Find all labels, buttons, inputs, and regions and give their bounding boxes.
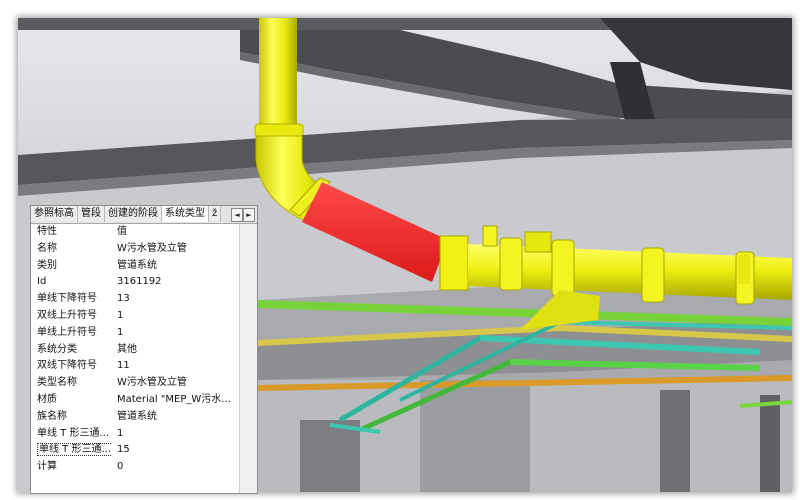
property-value: 15 xyxy=(117,444,130,456)
property-value: 管道系统 xyxy=(117,410,157,422)
column-lower-2 xyxy=(760,395,780,492)
property-name: 计算 xyxy=(37,461,57,473)
table-header: 特性 值 xyxy=(31,224,257,241)
table-row[interactable]: 双线上升符号 1 xyxy=(31,308,257,325)
pipe-clamp-3 xyxy=(641,247,665,303)
tab-pipe-segment[interactable]: 管段 xyxy=(78,206,105,222)
pipe-hanger xyxy=(482,225,498,247)
property-name: 双线上升符号 xyxy=(37,309,97,321)
property-name: 单线 T 形三通... xyxy=(37,427,110,439)
tab-overflow[interactable]: ž xyxy=(209,206,222,222)
header-value: 值 xyxy=(117,226,127,237)
table-row[interactable]: Id 3161192 xyxy=(31,274,257,291)
property-name: 名称 xyxy=(37,242,57,254)
property-name: 单线上升符号 xyxy=(37,326,97,338)
property-value: 3161192 xyxy=(117,276,162,288)
wall-panel xyxy=(300,420,360,492)
property-value: 1 xyxy=(117,309,124,321)
tab-reference-level[interactable]: 参照标高 xyxy=(31,206,78,222)
table-row[interactable]: 单线 T 形三通... 1 xyxy=(31,426,257,443)
table-row[interactable]: 单线上升符号 1 xyxy=(31,325,257,342)
screen: 参照标高 管段 创建的阶段 系统类型 ž ◄ ► 特性 值 名称 W污水管及立管 … xyxy=(0,0,800,500)
table-row[interactable]: 双线下降符号 11 xyxy=(31,358,257,375)
table-row[interactable]: 计算 0 xyxy=(31,459,257,476)
pipe-branch-stub xyxy=(524,231,552,253)
property-value: W污水管及立管 xyxy=(117,377,187,389)
pipe-coupling-top xyxy=(254,123,304,137)
property-name: 族名称 xyxy=(37,410,67,422)
property-value: 其他 xyxy=(117,343,137,355)
red-yellow-joint xyxy=(439,235,469,291)
property-name: 类型名称 xyxy=(37,377,77,389)
yellow-vertical-pipe xyxy=(259,18,297,128)
property-name-focus: 单线 T 形三通... xyxy=(37,443,111,457)
property-value: Material "MEP_W污水... xyxy=(117,393,231,405)
property-name: 双线下降符号 xyxy=(37,360,97,372)
tab-scroll-right-icon[interactable]: ► xyxy=(243,208,255,222)
property-name: 单线下降符号 xyxy=(37,293,97,305)
property-value: 1 xyxy=(117,326,124,338)
table-row[interactable]: 名称 W污水管及立管 xyxy=(31,241,257,258)
header-name: 特性 xyxy=(37,226,57,237)
property-value: 13 xyxy=(117,293,130,305)
table-row[interactable]: 材质 Material "MEP_W污水... xyxy=(31,392,257,409)
tab-system-type[interactable]: 系统类型 xyxy=(162,206,209,222)
property-value: 11 xyxy=(117,360,130,372)
table-row[interactable]: 系统分类 其他 xyxy=(31,342,257,359)
tab-scroll-left-icon[interactable]: ◄ xyxy=(231,208,243,222)
property-name: 材质 xyxy=(37,393,57,405)
tab-bar: 参照标高 管段 创建的阶段 系统类型 ž ◄ ► xyxy=(31,206,257,224)
pipe-clamp-2 xyxy=(551,239,575,297)
property-value: 1 xyxy=(117,427,124,439)
column-lower xyxy=(660,390,690,492)
table-row[interactable]: 类别 管道系统 xyxy=(31,258,257,275)
property-name: 系统分类 xyxy=(37,343,77,355)
properties-panel: 参照标高 管段 创建的阶段 系统类型 ž ◄ ► 特性 值 名称 W污水管及立管 … xyxy=(30,205,258,494)
properties-table: 特性 值 名称 W污水管及立管 类别 管道系统 Id 3161192 单线下降符号 13… xyxy=(31,224,257,476)
tab-phase-created[interactable]: 创建的阶段 xyxy=(105,206,162,222)
property-name: Id xyxy=(37,276,47,288)
table-row[interactable]: 族名称 管道系统 xyxy=(31,409,257,426)
property-name: 单线 T 形三通... xyxy=(37,442,111,459)
table-row[interactable]: 类型名称 W污水管及立管 xyxy=(31,375,257,392)
table-row[interactable]: 单线下降符号 13 xyxy=(31,291,257,308)
property-value: 0 xyxy=(117,461,124,473)
vertical-scrollbar[interactable] xyxy=(239,224,257,493)
property-value: W污水管及立管 xyxy=(117,242,187,254)
table-row-selected[interactable]: 单线 T 形三通... 15 xyxy=(31,442,257,459)
property-value: 管道系统 xyxy=(117,259,157,271)
property-name: 类别 xyxy=(37,259,57,271)
pipe-vertical-stub xyxy=(738,254,750,284)
pipe-clamp-1 xyxy=(499,237,523,291)
